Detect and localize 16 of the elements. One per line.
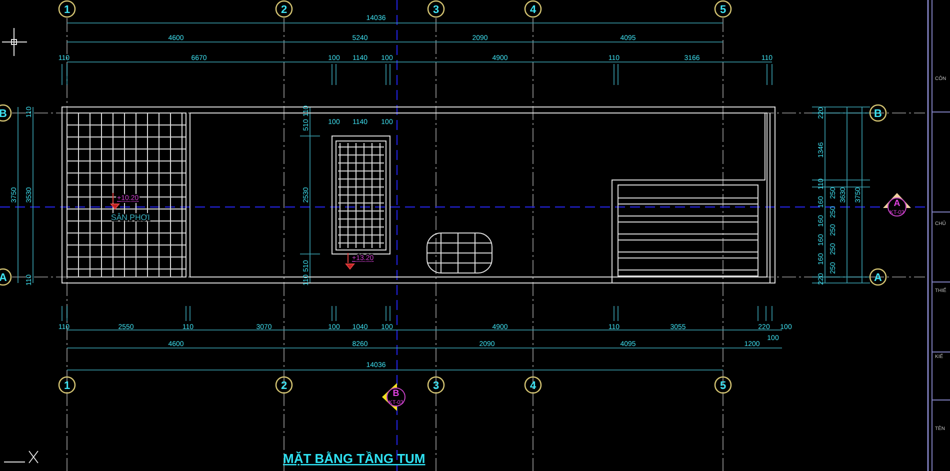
- section-letter: B: [392, 388, 400, 398]
- axis-label: 3: [432, 380, 440, 392]
- axis-label: 3: [432, 4, 440, 16]
- axis-label: A: [874, 272, 882, 284]
- section-letter: A: [894, 198, 900, 208]
- axis-label: 5: [720, 4, 726, 16]
- axis-label: 4: [530, 380, 536, 392]
- axis-label: B: [0, 108, 7, 120]
- axis-label: 2: [280, 4, 288, 16]
- axis-label: 1: [64, 4, 70, 16]
- axis-label: 2: [280, 380, 288, 392]
- axis-label: 1: [64, 380, 70, 392]
- axis-label: 5: [720, 380, 726, 392]
- drawing-title: MẶT BẰNG TẦNG TUM: [283, 451, 426, 466]
- axis-label: 4: [530, 4, 536, 16]
- axis-label: B: [874, 108, 882, 120]
